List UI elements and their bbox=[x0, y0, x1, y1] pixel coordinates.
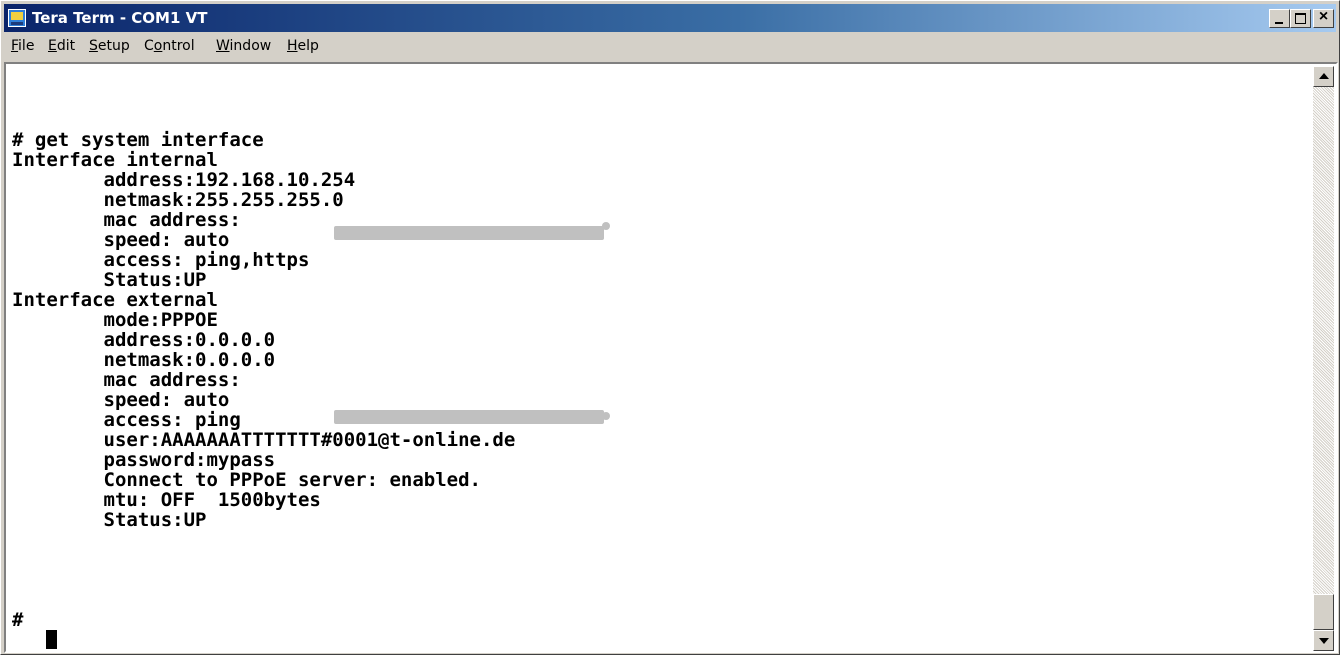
terminal-line: access: ping,https bbox=[12, 249, 310, 271]
scroll-down-button[interactable] bbox=[1313, 630, 1334, 651]
terminal-line: address:0.0.0.0 bbox=[12, 329, 276, 351]
title-bar[interactable]: Tera Term - COM1 VT × bbox=[4, 4, 1336, 32]
terminal-line: Connect to PPPoE server: enabled. bbox=[12, 469, 482, 491]
menu-bar: File Edit Setup Control Window Help bbox=[4, 34, 1336, 60]
terminal-line: password:mypass bbox=[12, 449, 276, 471]
terminal-line: mac address: bbox=[12, 209, 241, 231]
menu-control[interactable]: Control bbox=[144, 38, 195, 54]
scroll-thumb[interactable] bbox=[1313, 594, 1334, 630]
terminal-line: Interface external bbox=[12, 289, 218, 311]
terminal-line: user:AAAAAAATTTTTTT#0001@t-online.de bbox=[12, 429, 516, 451]
terminal-line: mac address: bbox=[12, 369, 241, 391]
maximize-button[interactable] bbox=[1290, 9, 1311, 28]
menu-file[interactable]: File bbox=[11, 38, 34, 54]
terra-term-window: Tera Term - COM1 VT × File Edit Setup Co… bbox=[0, 0, 1340, 655]
terminal-prompt: # bbox=[12, 609, 35, 631]
terminal-line: speed: auto bbox=[12, 229, 230, 251]
menu-window[interactable]: Window bbox=[216, 38, 271, 54]
arrow-down-icon bbox=[1319, 638, 1329, 644]
terminal-line: address:192.168.10.254 bbox=[12, 169, 356, 191]
terminal-line: Status:UP bbox=[12, 269, 207, 291]
terminal-line: mode:PPPOE bbox=[12, 309, 218, 331]
teraterm-icon[interactable] bbox=[8, 9, 26, 27]
text-cursor bbox=[46, 630, 57, 649]
terminal-line: Status:UP bbox=[12, 509, 207, 531]
terminal-line: speed: auto bbox=[12, 389, 230, 411]
window-title: Tera Term - COM1 VT bbox=[32, 9, 208, 27]
minimize-button[interactable] bbox=[1269, 9, 1290, 28]
terminal-line: access: ping bbox=[12, 409, 241, 431]
close-icon: × bbox=[1318, 8, 1329, 25]
terminal-output[interactable]: # get system interface Interface interna… bbox=[8, 66, 1313, 651]
redacted-mac-internal bbox=[334, 226, 604, 240]
menu-help[interactable]: Help bbox=[287, 38, 319, 54]
terminal-line: mtu: OFF 1500bytes bbox=[12, 489, 321, 511]
terminal-line: netmask:0.0.0.0 bbox=[12, 349, 276, 371]
terminal-line: # get system interface bbox=[12, 129, 264, 151]
terminal-frame: # get system interface Interface interna… bbox=[4, 62, 1338, 653]
menu-setup[interactable]: Setup bbox=[89, 38, 130, 54]
redacted-mac-external bbox=[334, 410, 604, 424]
close-button[interactable]: × bbox=[1313, 8, 1334, 28]
redacted-mac-external-edge bbox=[602, 412, 610, 420]
terminal-line: Interface internal bbox=[12, 149, 218, 171]
arrow-up-icon bbox=[1319, 73, 1329, 79]
menu-edit[interactable]: Edit bbox=[48, 38, 75, 54]
vertical-scrollbar[interactable] bbox=[1313, 66, 1334, 651]
scroll-up-button[interactable] bbox=[1313, 66, 1334, 87]
redacted-mac-internal-edge bbox=[602, 222, 610, 230]
terminal-line: netmask:255.255.255.0 bbox=[12, 189, 344, 211]
